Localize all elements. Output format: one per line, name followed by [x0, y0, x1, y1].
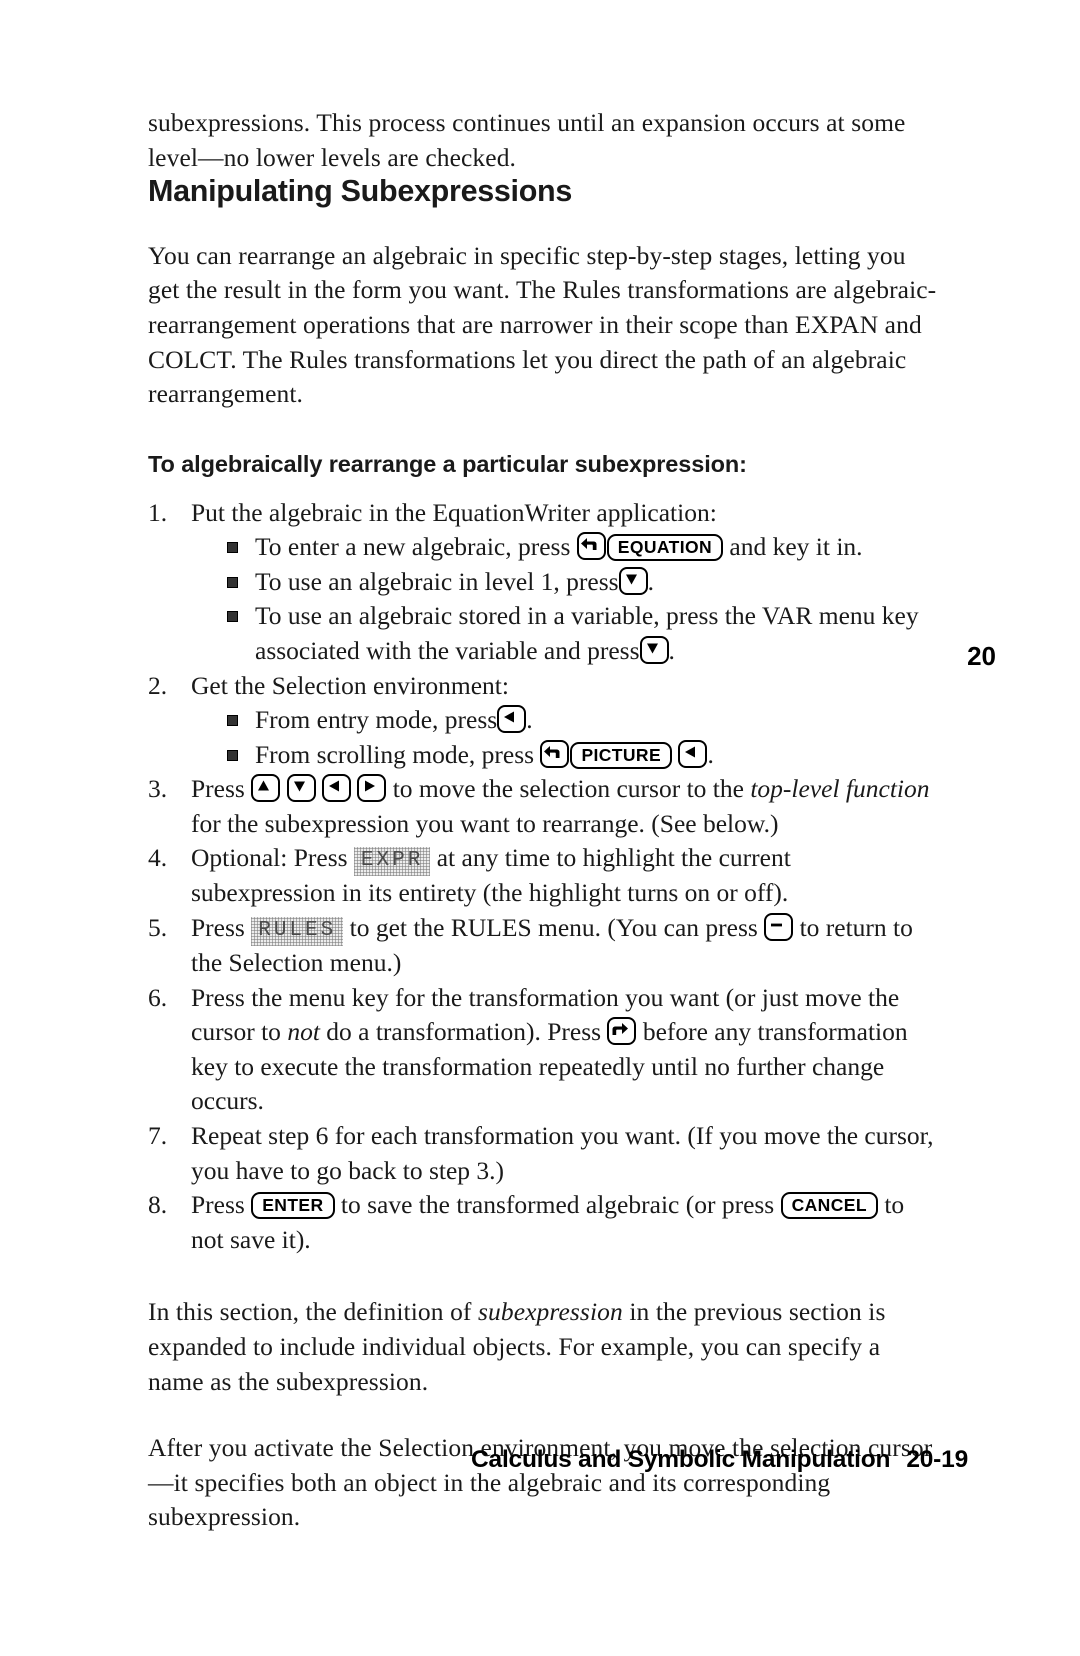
intro-paragraph: subexpressions. This process continues u… — [148, 108, 906, 172]
manual-page: subexpressions. This process continues u… — [0, 0, 1080, 1656]
step-item: 3. Press to move the selection cursor to… — [148, 772, 940, 841]
step-text: Put the algebraic in the EquationWriter … — [191, 497, 717, 527]
footer-page-number: 20-19 — [906, 1446, 968, 1473]
bullet-text-suffix: and key it in. — [729, 532, 863, 562]
step-text: Repeat step 6 for each transformation yo… — [191, 1121, 934, 1185]
step-emphasis: top-level function — [750, 774, 930, 804]
left-shift-arrow-icon[interactable] — [540, 739, 570, 768]
down-arrow-key-icon[interactable] — [639, 635, 669, 664]
margin-chapter-tab: 20 — [967, 641, 996, 671]
enter-key[interactable]: ENTER — [251, 1192, 335, 1220]
bullet-text: From entry mode, press — [255, 705, 498, 735]
section-heading: Manipulating Subexpressions — [148, 174, 573, 209]
step-number: 2. — [148, 670, 168, 700]
step-number: 4. — [148, 843, 168, 873]
down-arrow-key-icon[interactable] — [618, 566, 648, 595]
bullet-text: To use an algebraic stored in a variable… — [255, 601, 919, 665]
bullet-text: To use an algebraic in level 1, press — [255, 566, 619, 596]
bullet-square-icon — [227, 542, 238, 554]
step-item: 2. Get the Selection environment: From e… — [148, 669, 940, 773]
bullet-text-suffix: . — [647, 566, 654, 596]
bullet-square-icon — [227, 715, 238, 727]
bullet-text: To enter a new algebraic, press — [255, 532, 571, 562]
step-bullet-list: To enter a new algebraic, press EQUATION… — [191, 530, 940, 668]
step-text-c: for the subexpression you want to rearra… — [191, 808, 779, 838]
step-number: 6. — [148, 982, 168, 1012]
expr-menu-key[interactable]: EXPR — [354, 847, 430, 876]
page-footer: Calculus and Symbolic Manipulation 20-19 — [471, 1446, 968, 1474]
bullet-text-suffix: . — [526, 705, 533, 735]
procedure-step-list: 1. Put the algebraic in the EquationWrit… — [148, 496, 940, 1258]
bullet-square-icon — [227, 611, 238, 623]
list-item: From entry mode, press. — [225, 703, 940, 738]
left-arrow-key-icon[interactable] — [678, 739, 708, 768]
step-text: Optional: Press — [191, 843, 348, 873]
bullet-text-suffix: . — [707, 739, 714, 769]
step-item: 1. Put the algebraic in the EquationWrit… — [148, 496, 940, 669]
step-number: 8. — [148, 1190, 168, 1220]
list-item: From scrolling mode, press PICTURE . — [225, 738, 940, 773]
step-number: 3. — [148, 774, 168, 804]
step-emphasis: not — [287, 1017, 320, 1047]
closing-text-a: In this section, the definition of — [148, 1297, 472, 1327]
step-text-b: do a transformation). Press — [326, 1017, 602, 1047]
right-shift-arrow-icon[interactable] — [607, 1017, 637, 1046]
step-bullet-list: From entry mode, press. From scrolling m… — [191, 703, 940, 772]
step-number: 7. — [148, 1121, 168, 1151]
step-text: Press — [191, 1190, 245, 1220]
step-text-b: to get the RULES menu. (You can press — [349, 913, 758, 943]
rules-menu-key[interactable]: RULES — [251, 917, 343, 946]
step-item: 7. Repeat step 6 for each transformation… — [148, 1119, 940, 1188]
closing-emphasis: subexpression — [478, 1297, 623, 1327]
bullet-text-suffix: . — [668, 635, 675, 665]
page-content: subexpressions. This process continues u… — [148, 106, 940, 1535]
left-shift-arrow-icon[interactable] — [576, 532, 606, 561]
right-arrow-key-icon[interactable] — [357, 774, 387, 803]
key-combo: EQUATION — [576, 532, 724, 562]
left-arrow-key-icon[interactable] — [321, 774, 351, 803]
step-number: 5. — [148, 913, 168, 943]
step-text: Press — [191, 913, 245, 943]
footer-title: Calculus and Symbolic Manipulation — [471, 1446, 891, 1473]
bullet-text: From scrolling mode, press — [255, 739, 535, 769]
picture-key[interactable]: PICTURE — [570, 741, 673, 769]
step-text-b: to save the transformed algebraic (or pr… — [340, 1190, 775, 1220]
step-number: 1. — [148, 497, 168, 527]
left-arrow-key-icon[interactable] — [497, 705, 527, 734]
step-item: 4. Optional: Press EXPR at any time to h… — [148, 841, 940, 911]
step-text: Get the Selection environment: — [191, 670, 509, 700]
closing-paragraph-1: In this section, the definition of subex… — [148, 1295, 940, 1399]
minus-key-icon[interactable] — [764, 913, 794, 942]
section-paragraph: You can rearrange an algebraic in specif… — [148, 240, 937, 409]
down-arrow-key-icon[interactable] — [286, 774, 316, 803]
step-item: 6. Press the menu key for the transforma… — [148, 981, 940, 1119]
step-item: 8. Press ENTER to save the transformed a… — [148, 1188, 940, 1257]
equation-key[interactable]: EQUATION — [606, 534, 724, 562]
step-text-b: to move the selection cursor to the — [392, 774, 744, 804]
bullet-square-icon — [227, 576, 238, 588]
step-item: 5. Press RULES to get the RULES menu. (Y… — [148, 911, 940, 981]
bullet-square-icon — [227, 749, 238, 761]
up-arrow-key-icon[interactable] — [251, 774, 281, 803]
step-text: Press — [191, 774, 245, 804]
procedure-heading: To algebraically rearrange a particular … — [148, 450, 747, 477]
list-item: To use an algebraic stored in a variable… — [225, 599, 940, 668]
cancel-key[interactable]: CANCEL — [780, 1192, 878, 1220]
key-combo: PICTURE — [540, 739, 673, 769]
list-item: To enter a new algebraic, press EQUATION… — [225, 530, 940, 565]
list-item: To use an algebraic in level 1, press. — [225, 565, 940, 600]
